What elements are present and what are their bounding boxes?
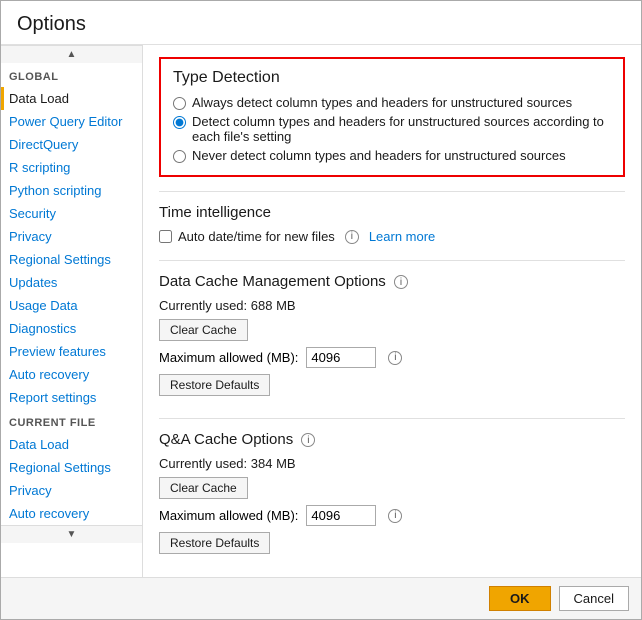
main-content: Type Detection Always detect column type… (143, 45, 641, 577)
data-cache-section: Data Cache Management Options i Currentl… (159, 273, 625, 402)
data-cache-max-input[interactable] (306, 347, 376, 368)
qa-cache-max-info-icon: i (388, 509, 402, 523)
sidebar: ▲ GLOBAL Data Load Power Query Editor Di… (1, 45, 143, 577)
auto-datetime-checkbox[interactable] (159, 230, 172, 243)
chevron-down-icon: ▼ (67, 529, 77, 540)
divider-data-cache (159, 260, 625, 261)
data-cache-max-label: Maximum allowed (MB): (159, 350, 298, 365)
options-dialog: Options ▲ GLOBAL Data Load Power Query E… (0, 0, 642, 620)
data-cache-restore-button[interactable]: Restore Defaults (159, 374, 270, 396)
type-detection-option-always[interactable]: Always detect column types and headers f… (173, 95, 611, 110)
cancel-button[interactable]: Cancel (559, 586, 629, 611)
qa-cache-max-label: Maximum allowed (MB): (159, 508, 298, 523)
divider-qa-cache (159, 418, 625, 419)
data-cache-used-value: 688 MB (251, 298, 296, 313)
qa-cache-used: Currently used: 384 MB (159, 456, 625, 471)
divider-time-intelligence (159, 191, 625, 192)
type-detection-title: Type Detection (173, 69, 611, 87)
sidebar-item-r-scripting[interactable]: R scripting (1, 156, 142, 179)
sidebar-global-label: GLOBAL (1, 63, 142, 87)
data-cache-title: Data Cache Management Options i (159, 273, 625, 290)
sidebar-item-regional-settings[interactable]: Regional Settings (1, 248, 142, 271)
ok-button[interactable]: OK (489, 586, 551, 611)
chevron-up-icon: ▲ (67, 49, 77, 60)
radio-always-label: Always detect column types and headers f… (192, 95, 572, 110)
dialog-title: Options (1, 1, 641, 45)
radio-never-label: Never detect column types and headers fo… (192, 148, 566, 163)
sidebar-item-privacy[interactable]: Privacy (1, 225, 142, 248)
qa-cache-max-input[interactable] (306, 505, 376, 526)
qa-cache-restore-button[interactable]: Restore Defaults (159, 532, 270, 554)
type-detection-radio-group: Always detect column types and headers f… (173, 95, 611, 163)
qa-cache-clear-button[interactable]: Clear Cache (159, 477, 248, 499)
qa-cache-title: Q&A Cache Options i (159, 431, 625, 448)
time-intelligence-info-icon: i (345, 230, 359, 244)
sidebar-item-python-scripting[interactable]: Python scripting (1, 179, 142, 202)
sidebar-item-updates[interactable]: Updates (1, 271, 142, 294)
sidebar-item-report-settings[interactable]: Report settings (1, 386, 142, 409)
learn-more-link[interactable]: Learn more (369, 229, 435, 244)
sidebar-item-directquery[interactable]: DirectQuery (1, 133, 142, 156)
dialog-footer: OK Cancel (1, 577, 641, 619)
data-cache-used: Currently used: 688 MB (159, 298, 625, 313)
qa-cache-used-value: 384 MB (251, 456, 296, 471)
radio-per-file-label: Detect column types and headers for unst… (192, 114, 611, 144)
time-intelligence-section: Time intelligence Auto date/time for new… (159, 204, 625, 244)
data-cache-clear-button[interactable]: Clear Cache (159, 319, 248, 341)
type-detection-option-per-file[interactable]: Detect column types and headers for unst… (173, 114, 611, 144)
sidebar-item-cf-data-load[interactable]: Data Load (1, 433, 142, 456)
type-detection-option-never[interactable]: Never detect column types and headers fo… (173, 148, 611, 163)
sidebar-scroll-down-btn[interactable]: ▼ (1, 525, 142, 543)
sidebar-item-security[interactable]: Security (1, 202, 142, 225)
qa-cache-section: Q&A Cache Options i Currently used: 384 … (159, 431, 625, 560)
qa-cache-max-row: Maximum allowed (MB): i (159, 505, 625, 526)
sidebar-item-preview-features[interactable]: Preview features (1, 340, 142, 363)
qa-cache-info-icon: i (301, 433, 315, 447)
sidebar-item-cf-privacy[interactable]: Privacy (1, 479, 142, 502)
radio-always[interactable] (173, 97, 186, 110)
auto-datetime-label: Auto date/time for new files (178, 229, 335, 244)
sidebar-item-data-load[interactable]: Data Load (1, 87, 142, 110)
sidebar-item-cf-auto-recovery[interactable]: Auto recovery (1, 502, 142, 525)
time-intelligence-checkbox-row: Auto date/time for new files i Learn mor… (159, 229, 625, 244)
sidebar-item-cf-regional-settings[interactable]: Regional Settings (1, 456, 142, 479)
radio-never[interactable] (173, 150, 186, 163)
sidebar-scroll-up-btn[interactable]: ▲ (1, 45, 142, 63)
sidebar-item-auto-recovery[interactable]: Auto recovery (1, 363, 142, 386)
sidebar-item-power-query-editor[interactable]: Power Query Editor (1, 110, 142, 133)
sidebar-item-diagnostics[interactable]: Diagnostics (1, 317, 142, 340)
sidebar-scroll[interactable]: ▲ GLOBAL Data Load Power Query Editor Di… (1, 45, 142, 577)
radio-per-file[interactable] (173, 116, 186, 129)
sidebar-current-file-label: CURRENT FILE (1, 409, 142, 433)
data-cache-max-row: Maximum allowed (MB): i (159, 347, 625, 368)
time-intelligence-title: Time intelligence (159, 204, 625, 221)
type-detection-section: Type Detection Always detect column type… (159, 57, 625, 177)
sidebar-item-usage-data[interactable]: Usage Data (1, 294, 142, 317)
data-cache-info-icon: i (394, 275, 408, 289)
dialog-body: ▲ GLOBAL Data Load Power Query Editor Di… (1, 45, 641, 577)
data-cache-max-info-icon: i (388, 351, 402, 365)
